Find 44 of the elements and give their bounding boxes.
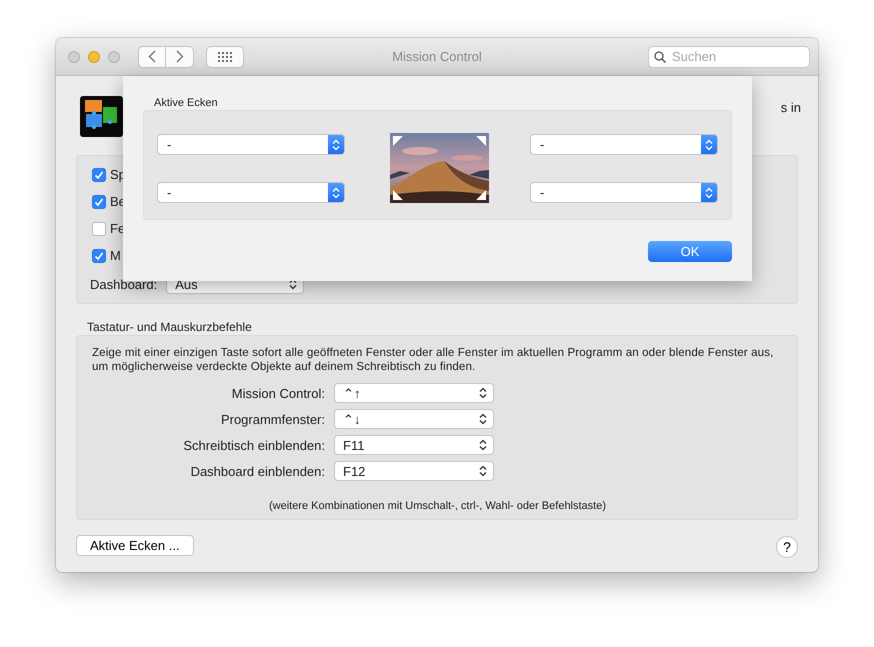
mission-control-icon bbox=[80, 96, 123, 137]
stepper-icon bbox=[705, 186, 713, 198]
checkbox-label: M bbox=[110, 248, 121, 263]
note-text: (weitere Kombinationen mit Umschalt-, ctrl-, Wahl- oder Befehlstaste) bbox=[268, 499, 608, 513]
dashboard-label: Dashboard: bbox=[90, 276, 158, 292]
sheet-title: Aktive Ecken bbox=[154, 96, 219, 110]
chevron-icon bbox=[479, 439, 487, 451]
back-icon bbox=[148, 50, 156, 63]
corner-select[interactable]: - bbox=[157, 134, 345, 155]
shortcut-select[interactable]: F12 bbox=[334, 461, 494, 481]
checkbox[interactable] bbox=[92, 168, 106, 182]
chevron-icon bbox=[479, 387, 487, 399]
forward-icon bbox=[176, 50, 184, 63]
stepper-icon bbox=[332, 138, 340, 150]
corner-select[interactable]: - bbox=[530, 134, 718, 155]
search-field[interactable]: Suchen bbox=[648, 46, 810, 68]
chevron-icon bbox=[289, 278, 298, 290]
section-title: Tastatur- und Mauskurzbefehle bbox=[87, 320, 253, 335]
search-icon bbox=[654, 50, 666, 62]
shortcut-label: Schreibtisch einblenden: bbox=[182, 438, 325, 452]
window-title: Mission Control bbox=[392, 49, 482, 64]
checkbox[interactable] bbox=[92, 248, 106, 262]
help-button[interactable]: ? bbox=[776, 536, 798, 558]
shortcut-label: Mission Control: bbox=[230, 386, 325, 400]
shortcut-label: Dashboard einblenden: bbox=[190, 464, 325, 478]
stepper-icon bbox=[705, 138, 713, 150]
forward-button[interactable] bbox=[166, 46, 194, 68]
shortcut-select[interactable]: ⌃↓ bbox=[334, 409, 494, 429]
chevron-icon bbox=[479, 413, 487, 425]
hot-corners-button[interactable]: Aktive Ecken ... bbox=[76, 534, 194, 556]
shortcut-select[interactable]: F11 bbox=[334, 435, 494, 455]
checkbox[interactable] bbox=[92, 222, 106, 236]
corner-select[interactable]: - bbox=[157, 182, 345, 203]
shortcut-select[interactable]: ⌃↑ bbox=[334, 383, 494, 403]
back-button[interactable] bbox=[138, 46, 166, 68]
description-text: Zeige mit einer einzigen Taste sofort alle geöffneten Fenster oder alle Fenster im aktuellen Programm an oder blende Fenster aus, um möglicherweise verdeckte Objekte auf deinem Schreibtisch zu finden. bbox=[92, 346, 774, 374]
description-text: s in bbox=[780, 100, 801, 115]
shortcut-label: Programmfenster: bbox=[220, 412, 325, 426]
corner-select[interactable]: - bbox=[530, 182, 718, 203]
grid-button[interactable] bbox=[206, 46, 244, 68]
stepper-icon bbox=[332, 186, 340, 198]
chevron-icon bbox=[479, 465, 487, 477]
checkbox[interactable] bbox=[92, 194, 106, 208]
grid-icon bbox=[218, 52, 232, 62]
